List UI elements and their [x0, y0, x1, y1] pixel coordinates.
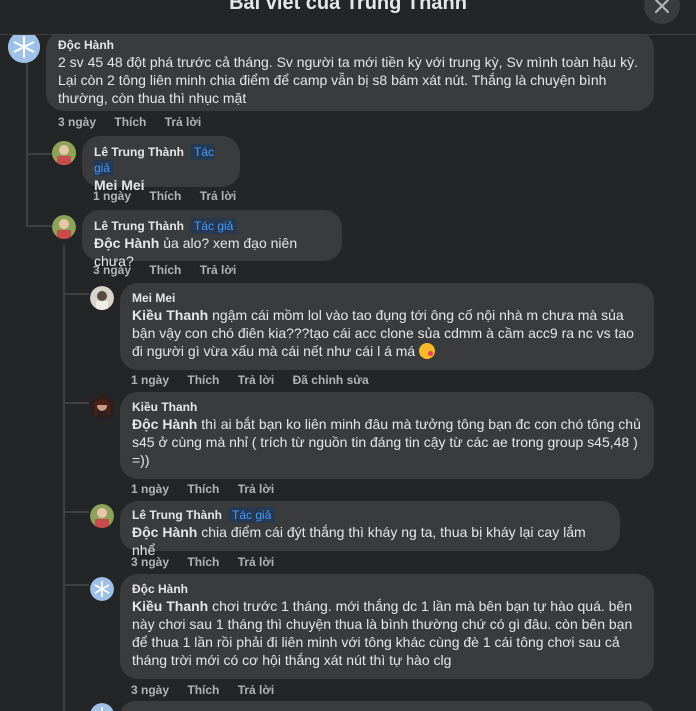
comment-bubble: Lê Trung Thành Tác giả Độc Hành ủa alo? x…	[82, 210, 342, 269]
thread-line	[63, 584, 89, 586]
like-button[interactable]: Thích	[187, 555, 219, 569]
user-avatar-icon	[90, 395, 114, 419]
avatar[interactable]	[90, 286, 114, 310]
avatar[interactable]	[90, 577, 114, 601]
comment-bubble: Độc Hành 2 sv 45 48 đột phá trước cả thá…	[46, 35, 654, 111]
comment-actions: 3 ngày Thích Trả lời	[131, 555, 289, 569]
comment-author[interactable]: Độc Hành	[132, 581, 642, 597]
comment-bubble: Kiều Thanh Độc Hành thì ai bắt bạn ko li…	[120, 392, 654, 479]
comment-author[interactable]: Lê Trung Thành Tác giả	[94, 218, 330, 234]
comment-text: Độc Hành thì ai bắt bạn ko liên minh đâu…	[132, 416, 641, 468]
mention-link[interactable]: Kiều Thanh	[132, 598, 208, 614]
comment-actions: 3 ngày Thích Trả lời	[58, 115, 216, 129]
comment-bubble: Lê Trung Thành Tác giả Mei Mei	[82, 136, 240, 193]
thread-line	[26, 225, 52, 227]
avatar[interactable]	[90, 504, 114, 528]
comment-time[interactable]: 1 ngày	[131, 482, 169, 496]
edited-label: Đã chỉnh sửa	[292, 373, 369, 387]
user-avatar-icon	[90, 504, 114, 528]
comment-time[interactable]: 3 ngày	[131, 683, 169, 697]
comment-actions: 1 ngày Thích Trả lời	[93, 189, 251, 203]
comment-text: Độc Hành chia điểm cái đýt thắng thì khá…	[132, 524, 586, 558]
comment-bubble: Lê Trung Thành Tác giả Độc Hành chia điểm…	[120, 501, 620, 558]
user-avatar-icon	[52, 141, 76, 165]
snowflake-avatar-icon	[90, 577, 114, 601]
snowflake-avatar-icon	[8, 35, 40, 63]
reply-button[interactable]: Trả lời	[238, 555, 275, 569]
comment-bubble: Độc Hành Kiều Thanh chơi trước 1 tháng. …	[120, 574, 654, 679]
comment-time[interactable]: 1 ngày	[131, 373, 169, 387]
comment-author[interactable]: Kiều Thanh	[132, 399, 642, 415]
dialog-title: Bài viết của Trung Thành	[229, 0, 467, 14]
kiss-emoji-icon	[419, 343, 436, 359]
like-button[interactable]: Thích	[149, 263, 181, 277]
user-avatar-icon	[90, 286, 114, 310]
reply-button[interactable]: Trả lời	[200, 263, 237, 277]
avatar[interactable]	[8, 35, 40, 63]
user-avatar-icon	[52, 215, 76, 239]
comment-text: Kiều Thanh chơi trước 1 tháng. mới thắng…	[132, 598, 633, 668]
thread-line	[63, 293, 89, 295]
thread-line	[63, 402, 89, 404]
comment-list: Độc Hành 2 sv 45 48 đột phá trước cả thá…	[0, 35, 696, 711]
thread-line	[26, 145, 28, 225]
comment-author[interactable]: Lê Trung Thành Tác giả	[94, 144, 228, 176]
like-button[interactable]: Thích	[187, 482, 219, 496]
comment-author[interactable]: Độc Hành	[58, 37, 642, 53]
like-button[interactable]: Thích	[149, 189, 181, 203]
comment-time[interactable]: 1 ngày	[93, 189, 131, 203]
reply-button[interactable]: Trả lời	[238, 683, 275, 697]
snowflake-avatar-icon	[90, 703, 114, 711]
like-button[interactable]: Thích	[187, 373, 219, 387]
comment-bubble	[120, 701, 654, 711]
reply-button[interactable]: Trả lời	[238, 482, 275, 496]
reply-button[interactable]: Trả lời	[200, 189, 237, 203]
mention-link[interactable]: Độc Hành	[94, 235, 159, 251]
comment-text: 2 sv 45 48 đột phá trước cả tháng. Sv ng…	[58, 54, 638, 106]
mention-link[interactable]: Độc Hành	[132, 416, 197, 432]
comment-author[interactable]: Mei Mei	[132, 290, 642, 306]
comment-author[interactable]: Lê Trung Thành Tác giả	[132, 507, 608, 523]
author-badge: Tác giả	[228, 507, 276, 523]
reply-button[interactable]: Trả lời	[238, 373, 275, 387]
avatar[interactable]	[52, 215, 76, 239]
thread-line	[63, 245, 65, 711]
mention-link[interactable]: Kiều Thanh	[132, 307, 208, 323]
author-badge: Tác giả	[190, 218, 238, 234]
thread-line	[26, 153, 52, 155]
avatar[interactable]	[90, 395, 114, 419]
comment-actions: 3 ngày Thích Trả lời	[131, 683, 289, 697]
comment-time[interactable]: 3 ngày	[131, 555, 169, 569]
comment-text: Kiều Thanh ngậm cái mồm lol vào tao đụng…	[132, 307, 634, 359]
comment-time[interactable]: 3 ngày	[58, 115, 96, 129]
avatar[interactable]	[90, 703, 114, 711]
comment-actions: 1 ngày Thích Trả lời	[131, 482, 289, 496]
comment-actions: 1 ngày Thích Trả lời Đã chỉnh sửa	[131, 373, 384, 387]
avatar[interactable]	[52, 141, 76, 165]
close-icon	[654, 0, 670, 14]
reply-button[interactable]: Trả lời	[165, 115, 202, 129]
dialog-header: Bài viết của Trung Thành	[0, 0, 696, 35]
comment-actions: 3 ngày Thích Trả lời	[93, 263, 251, 277]
mention-link[interactable]: Độc Hành	[132, 524, 197, 540]
comment-time[interactable]: 3 ngày	[93, 263, 131, 277]
close-button[interactable]	[644, 0, 680, 24]
like-button[interactable]: Thích	[114, 115, 146, 129]
like-button[interactable]: Thích	[187, 683, 219, 697]
thread-line	[63, 511, 89, 513]
comment-bubble: Mei Mei Kiều Thanh ngậm cái mồm lol vào …	[120, 283, 654, 370]
